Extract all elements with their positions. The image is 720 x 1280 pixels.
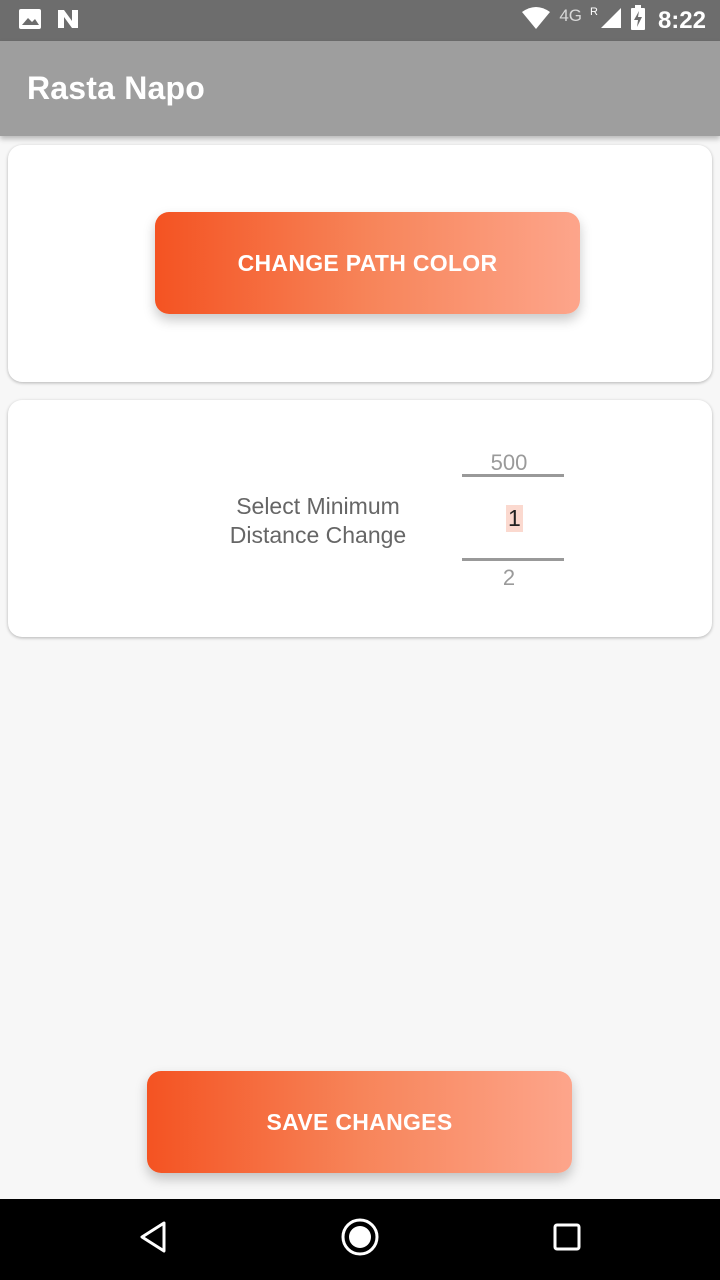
notification-icons: [18, 8, 80, 35]
path-color-card: CHANGE PATH COLOR: [8, 145, 712, 382]
picker-previous-value[interactable]: 500: [454, 450, 564, 476]
picker-divider-bottom: [462, 558, 564, 561]
app-bar: Rasta Napo: [0, 41, 720, 136]
home-icon: [340, 1217, 380, 1262]
network-type: 4G: [559, 5, 582, 25]
navigation-bar: [0, 1199, 720, 1280]
distance-number-picker[interactable]: 500 1 2: [454, 450, 564, 590]
distance-label: Select Minimum Distance Change: [229, 493, 407, 548]
system-icons: 4G R 8:22: [521, 0, 706, 41]
picker-divider-top: [462, 474, 564, 477]
wifi-icon: [521, 6, 551, 35]
home-button[interactable]: [338, 1217, 382, 1261]
recents-icon: [552, 1222, 582, 1257]
change-path-color-button[interactable]: CHANGE PATH COLOR: [155, 212, 580, 314]
save-changes-button[interactable]: SAVE CHANGES: [147, 1071, 572, 1173]
app-title: Rasta Napo: [27, 70, 206, 106]
back-icon: [138, 1220, 168, 1259]
signal-icon: [600, 7, 622, 34]
distance-card: Select Minimum Distance Change 500 1 2: [8, 400, 712, 637]
clock: 8:22: [657, 6, 706, 34]
roaming-indicator: R: [590, 5, 598, 18]
image-icon: [18, 8, 42, 35]
back-button[interactable]: [131, 1217, 175, 1261]
picker-next-value[interactable]: 2: [454, 565, 564, 591]
recents-button[interactable]: [545, 1217, 589, 1261]
picker-current-value[interactable]: 1: [506, 505, 523, 532]
battery-charging-icon: [630, 5, 646, 36]
status-bar: 4G R 8:22: [0, 0, 720, 41]
n-app-icon: [56, 8, 80, 35]
